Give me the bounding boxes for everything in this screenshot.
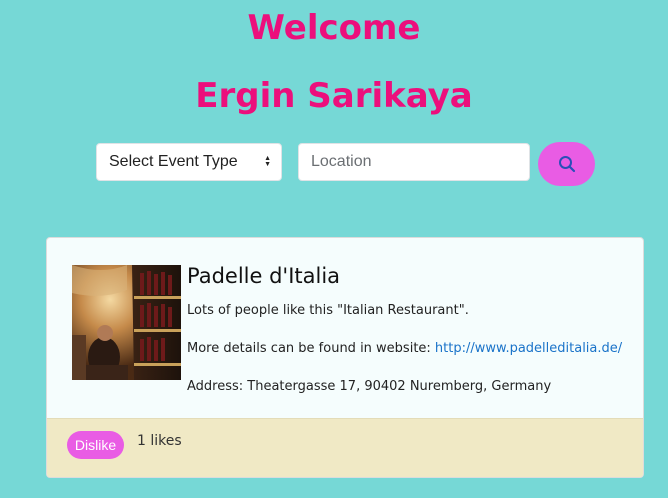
- search-button[interactable]: [538, 142, 595, 186]
- event-type-select[interactable]: Select Event Type ▲ ▼: [96, 143, 282, 181]
- dislike-button[interactable]: Dislike: [67, 431, 124, 459]
- card-footer: Dislike 1 likes: [47, 418, 643, 477]
- card-details: More details can be found in website: ht…: [187, 340, 622, 358]
- likes-count: 1 likes: [137, 433, 182, 449]
- user-name-heading: Ergin Sarikaya: [195, 76, 473, 116]
- card-address: Address: Theatergasse 17, 90402 Nurember…: [187, 379, 552, 394]
- card-title: Padelle d'Italia: [187, 264, 341, 288]
- welcome-heading: Welcome: [247, 8, 421, 48]
- search-bar: Select Event Type ▲ ▼: [0, 142, 668, 186]
- event-card: Padelle d'Italia Lots of people like thi…: [46, 237, 644, 478]
- website-link[interactable]: http://www.padelleditalia.de/: [435, 341, 622, 356]
- details-prefix: More details can be found in website:: [187, 341, 435, 356]
- search-icon: [558, 156, 575, 173]
- event-type-selected: Select Event Type: [109, 153, 238, 170]
- page: Welcome Ergin Sarikaya Select Event Type…: [0, 0, 668, 498]
- location-input[interactable]: [298, 143, 530, 181]
- restaurant-photo[interactable]: [72, 265, 181, 380]
- card-description: Lots of people like this "Italian Restau…: [187, 303, 469, 318]
- select-arrows-icon: ▲ ▼: [264, 155, 271, 168]
